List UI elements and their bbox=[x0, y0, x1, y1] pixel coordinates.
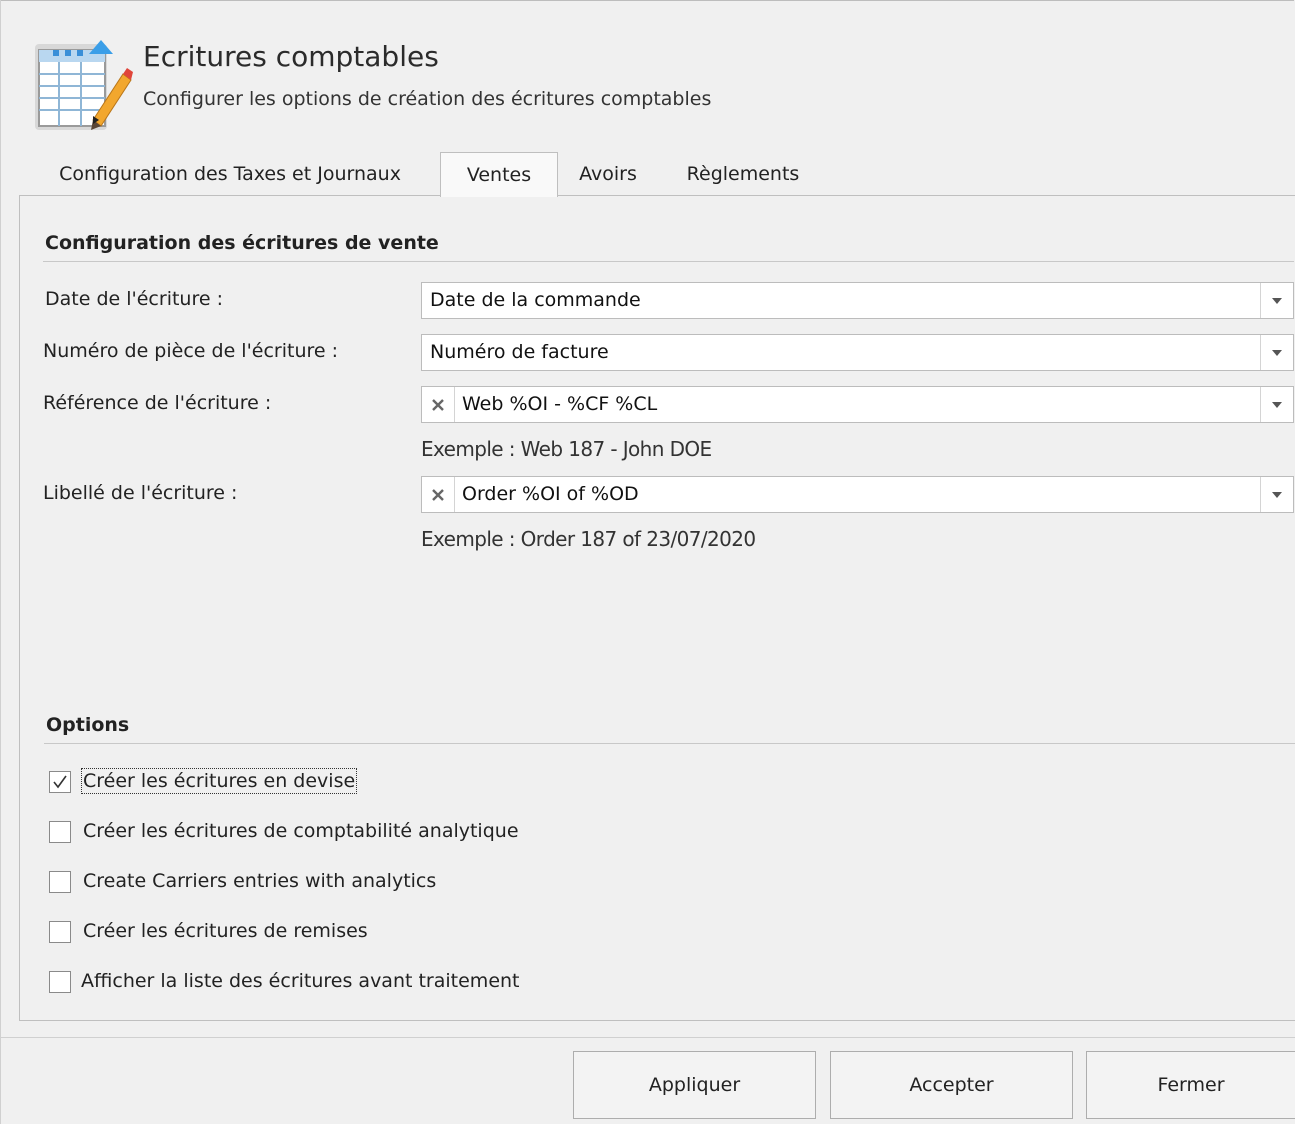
checkmark-icon bbox=[53, 775, 67, 789]
libelle-combo[interactable]: Order %OI of %OD bbox=[421, 476, 1294, 513]
checkbox-label-carriers-analytics[interactable]: Create Carriers entries with analytics bbox=[83, 870, 436, 892]
checkbox-label-comptabilite-analytique[interactable]: Créer les écritures de comptabilité anal… bbox=[83, 820, 519, 842]
checkbox-label-afficher-liste[interactable]: Afficher la liste des écritures avant tr… bbox=[81, 970, 520, 992]
spreadsheet-pencil-icon bbox=[33, 36, 133, 136]
tab-ventes[interactable]: Ventes bbox=[440, 152, 558, 197]
libelle-label: Libellé de l'écriture : bbox=[43, 482, 238, 504]
reference-value[interactable]: Web %OI - %CF %CL bbox=[462, 387, 657, 422]
libelle-example: Exemple : Order 187 of 23/07/2020 bbox=[421, 527, 756, 551]
config-section-divider bbox=[43, 261, 1294, 262]
window-top-border bbox=[0, 0, 1294, 1]
reference-label: Référence de l'écriture : bbox=[43, 392, 272, 414]
config-section-title: Configuration des écritures de vente bbox=[45, 232, 439, 254]
libelle-value[interactable]: Order %OI of %OD bbox=[462, 477, 639, 512]
date-ecriture-select[interactable]: Date de la commande bbox=[421, 282, 1294, 319]
page-title: Ecritures comptables bbox=[143, 40, 439, 73]
footer-divider bbox=[0, 1037, 1295, 1038]
tab-taxes-journaux[interactable]: Configuration des Taxes et Journaux bbox=[30, 153, 430, 195]
checkbox-carriers-analytics[interactable] bbox=[49, 871, 71, 893]
numero-piece-select[interactable]: Numéro de facture bbox=[421, 334, 1294, 371]
chevron-down-icon[interactable] bbox=[1260, 335, 1293, 370]
checkbox-ecritures-devise[interactable] bbox=[49, 771, 71, 793]
checkbox-ecritures-remises[interactable] bbox=[49, 921, 71, 943]
checkbox-afficher-liste[interactable] bbox=[49, 971, 71, 993]
close-button[interactable]: Fermer bbox=[1086, 1051, 1295, 1119]
numero-piece-label: Numéro de pièce de l'écriture : bbox=[43, 340, 339, 362]
date-ecriture-value: Date de la commande bbox=[430, 289, 641, 311]
clear-x-icon[interactable] bbox=[422, 387, 455, 422]
chevron-down-icon[interactable] bbox=[1260, 283, 1293, 318]
chevron-down-icon[interactable] bbox=[1260, 477, 1293, 512]
tab-reglements[interactable]: Règlements bbox=[668, 153, 818, 195]
window-left-border bbox=[0, 0, 1, 1124]
reference-combo[interactable]: Web %OI - %CF %CL bbox=[421, 386, 1294, 423]
clear-x-icon[interactable] bbox=[422, 477, 455, 512]
checkbox-comptabilite-analytique[interactable] bbox=[49, 821, 71, 843]
accept-button[interactable]: Accepter bbox=[830, 1051, 1073, 1119]
reference-example: Exemple : Web 187 - John DOE bbox=[421, 437, 712, 461]
page-subtitle: Configurer les options de création des é… bbox=[143, 88, 712, 110]
options-section-title: Options bbox=[46, 714, 130, 736]
checkbox-label-ecritures-devise[interactable]: Créer les écritures en devise bbox=[80, 768, 358, 794]
chevron-down-icon[interactable] bbox=[1260, 387, 1293, 422]
checkbox-label-ecritures-remises[interactable]: Créer les écritures de remises bbox=[83, 920, 368, 942]
apply-button[interactable]: Appliquer bbox=[573, 1051, 816, 1119]
date-ecriture-label: Date de l'écriture : bbox=[45, 288, 223, 310]
options-section-divider bbox=[44, 743, 1295, 744]
tab-avoirs[interactable]: Avoirs bbox=[563, 153, 653, 195]
numero-piece-value: Numéro de facture bbox=[430, 341, 609, 363]
